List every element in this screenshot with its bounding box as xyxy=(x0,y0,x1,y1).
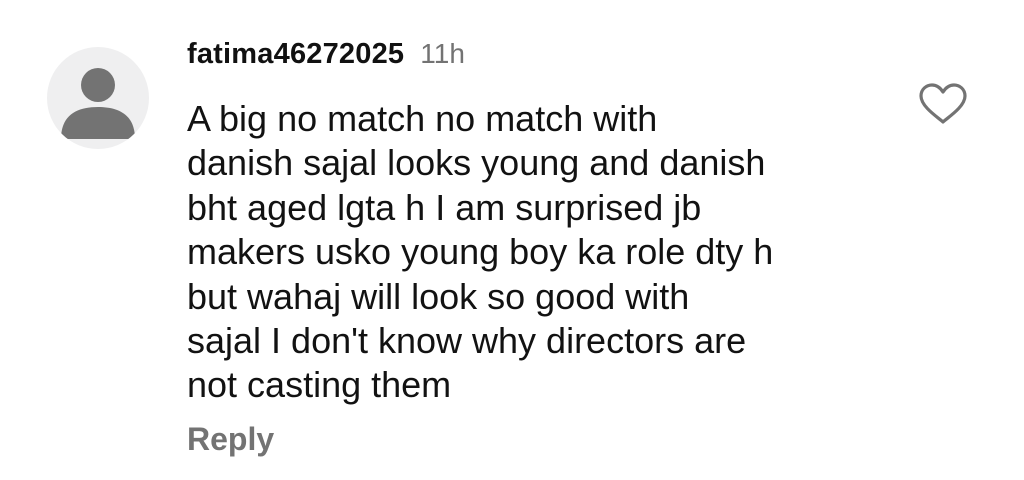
person-silhouette-icon xyxy=(61,68,135,139)
reply-button[interactable]: Reply xyxy=(187,421,274,458)
comment-text-line: bht aged lgta h I am surprised jb xyxy=(187,186,702,228)
comment-header: fatima46272025 11h xyxy=(187,38,465,82)
comment-item: fatima46272025 11h A big no match no mat… xyxy=(0,0,1024,480)
heart-outline-icon[interactable] xyxy=(917,82,969,126)
comment-text-line: danish sajal looks young and danish xyxy=(187,142,766,184)
username-link[interactable]: fatima46272025 xyxy=(187,38,404,71)
comment-timestamp: 11h xyxy=(420,38,465,69)
comment-text-line: makers usko young boy ka role dty h xyxy=(187,231,774,273)
comment-text-line: A big no match no match with xyxy=(187,98,658,139)
comment-text-line: sajal I don't know why directors are xyxy=(187,320,747,362)
comment-text-line: not casting them xyxy=(187,364,452,406)
comment-text-line: but wahaj will look so good with xyxy=(187,275,690,317)
comment-text: A big no match no match with danish saja… xyxy=(187,97,887,408)
default-avatar-icon[interactable] xyxy=(47,47,149,149)
like-heart-icon xyxy=(919,83,967,124)
